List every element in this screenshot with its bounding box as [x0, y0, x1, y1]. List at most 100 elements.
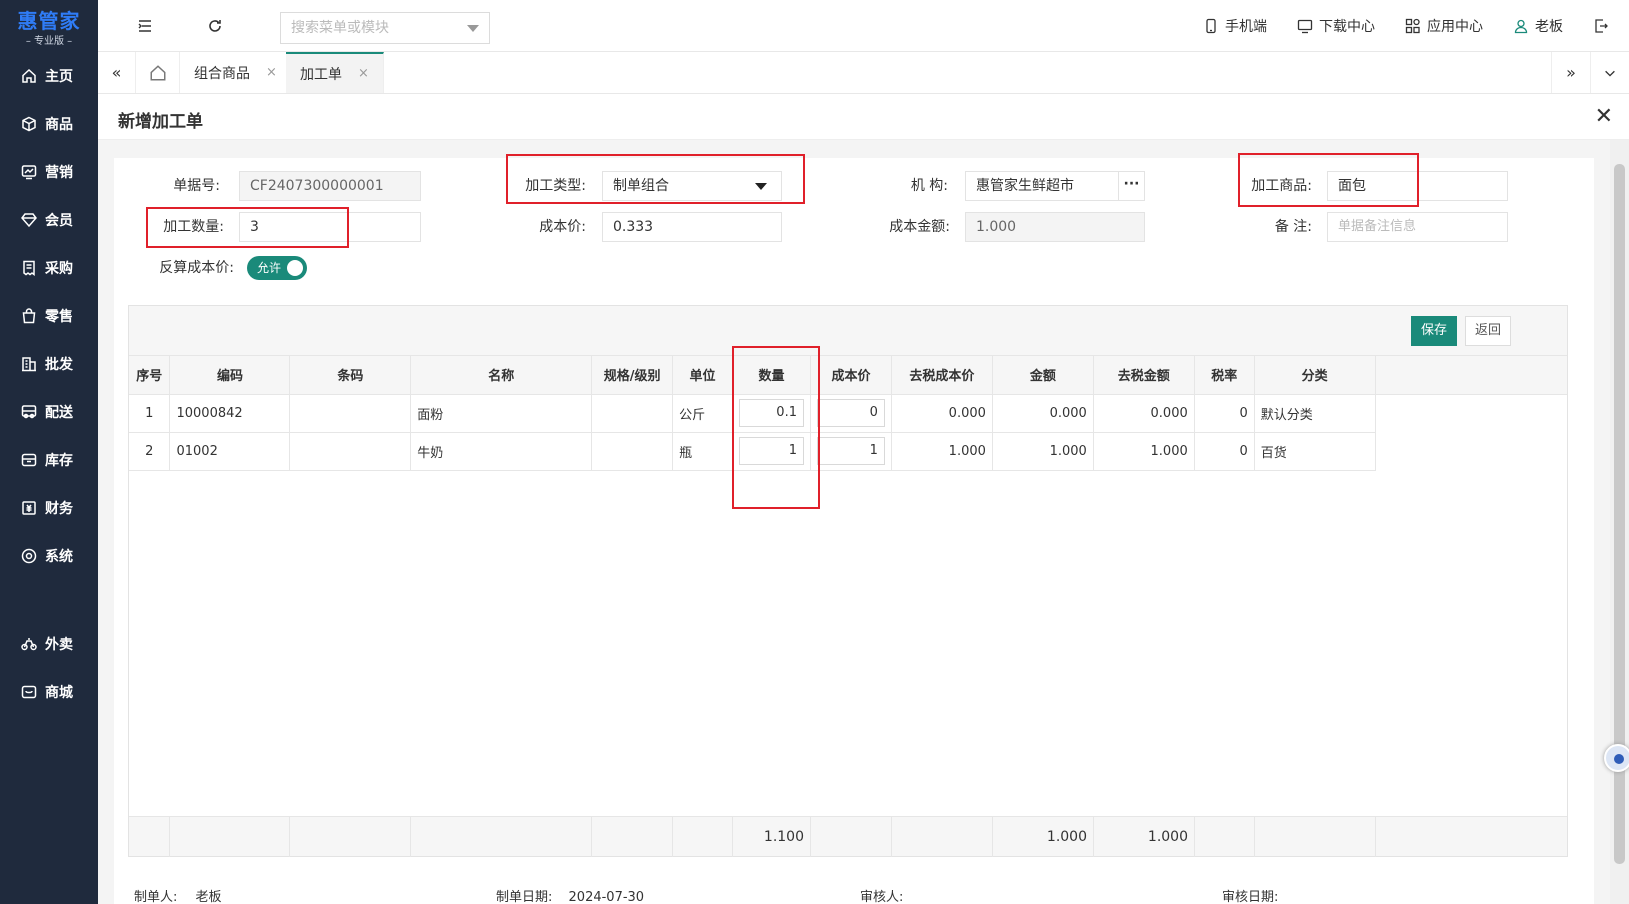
cell-amount: 1.000 [992, 432, 1094, 471]
col-amount-ex-tax[interactable]: 去税金额 [1093, 356, 1195, 395]
sidebar-item-delivery[interactable]: 配送 [0, 388, 98, 436]
cell-amount: 0.000 [992, 394, 1094, 433]
more-icon[interactable]: ··· [1118, 172, 1144, 200]
sidebar-item-label: 批发 [45, 357, 73, 373]
cell-amount-ex-tax: 0.000 [1093, 394, 1195, 433]
home-icon [21, 68, 37, 84]
sidebar-item-purchase[interactable]: 采购 [0, 244, 98, 292]
cost-input[interactable]: 0 [816, 399, 885, 427]
table-row[interactable]: 2 01002 牛奶 瓶 1 1 1.000 1.000 1.000 0 百货 [129, 432, 1567, 471]
tab-process-order[interactable]: 加工单 × [286, 52, 384, 93]
home-icon [150, 64, 165, 80]
sidebar-item-wholesale[interactable]: 批发 [0, 340, 98, 388]
foot-cell [811, 817, 892, 857]
app-center-link[interactable]: 应用中心 [1405, 16, 1483, 36]
sidebar-item-label: 库存 [45, 453, 73, 469]
sidebar-item-goods[interactable]: 商品 [0, 100, 98, 148]
apps-icon [1405, 18, 1420, 34]
cell-category: 百货 [1254, 432, 1376, 471]
foot-cell [1195, 817, 1255, 857]
user-icon [1514, 19, 1528, 34]
reverse-cost-toggle[interactable]: 允许 [247, 256, 307, 280]
col-name[interactable]: 名称 [410, 356, 593, 395]
sidebar-item-label: 配送 [45, 405, 73, 421]
close-icon[interactable]: × [358, 66, 369, 81]
col-unit[interactable]: 单位 [672, 356, 734, 395]
store-icon [21, 684, 37, 700]
table-row[interactable]: 1 10000842 面粉 公斤 0.1 0 0.000 0.000 0.000… [129, 394, 1567, 433]
mobile-link[interactable]: 手机端 [1203, 16, 1267, 36]
close-icon[interactable]: ✕ [1595, 104, 1613, 129]
sidebar-item-marketing[interactable]: 营销 [0, 148, 98, 196]
gear-icon [21, 548, 37, 564]
maker-info: 制单人: 老板 [134, 886, 222, 904]
back-button[interactable]: 返回 [1465, 316, 1511, 346]
cell-cost: 0 [810, 394, 892, 433]
tab-combo-goods[interactable]: 组合商品 × [180, 52, 292, 93]
sidebar-item-member[interactable]: 会员 [0, 196, 98, 244]
cost-amount-label: 成本金额: [889, 219, 950, 235]
col-tax[interactable]: 税率 [1194, 356, 1255, 395]
sidebar-item-takeout[interactable]: 外卖 [0, 620, 98, 668]
cell-filler [1375, 432, 1567, 470]
cost-input[interactable]: 1 [816, 437, 885, 465]
sidebar-item-label: 商城 [45, 685, 73, 701]
page-title: 新增加工单 [118, 112, 203, 132]
cost-price-field[interactable]: 0.333 [602, 212, 782, 242]
sidebar-item-label: 零售 [45, 309, 73, 325]
vertical-scrollbar[interactable] [1610, 140, 1629, 904]
diamond-icon [21, 212, 37, 228]
tabs-dropdown[interactable] [1591, 52, 1629, 93]
sidebar-item-system[interactable]: 系统 [0, 532, 98, 580]
total-amount: 1.000 [993, 817, 1094, 857]
sidebar-item-label: 主页 [45, 69, 73, 85]
user-menu[interactable]: 老板 [1513, 16, 1563, 36]
date-value: 2024-07-30 [568, 890, 645, 904]
cell-barcode [289, 394, 412, 433]
remark-field[interactable]: 单据备注信息 [1327, 212, 1508, 242]
assistant-float-button[interactable] [1604, 744, 1629, 772]
sidebar-item-mall[interactable]: 商城 [0, 668, 98, 716]
sidebar-item-home[interactable]: 主页 [0, 52, 98, 100]
download-center-link[interactable]: 下载中心 [1297, 16, 1375, 36]
foot-cell [290, 817, 411, 857]
col-cost-ex-tax[interactable]: 去税成本价 [891, 356, 993, 395]
col-amount[interactable]: 金额 [992, 356, 1094, 395]
top-bar: 搜索菜单或模块 手机端 下载中心 应用中心 老板 [98, 0, 1629, 52]
logout-button[interactable] [1593, 18, 1615, 34]
logo[interactable]: 惠管家 – 专业版 – [0, 0, 98, 52]
double-chevron-right-icon: » [1566, 63, 1576, 82]
save-button[interactable]: 保存 [1411, 316, 1457, 346]
col-code[interactable]: 编码 [169, 356, 291, 395]
highlight-qty-column [732, 346, 820, 509]
date-info: 制单日期: 2024-07-30 [496, 886, 644, 904]
search-placeholder: 搜索菜单或模块 [291, 20, 389, 36]
menu-collapse-icon[interactable] [136, 17, 154, 35]
highlight-process-qty [146, 207, 349, 248]
org-field[interactable]: 惠管家生鲜超市 ··· [965, 171, 1145, 201]
sidebar-item-inventory[interactable]: 库存 [0, 436, 98, 484]
tab-home[interactable] [136, 52, 180, 93]
monitor-icon [1297, 19, 1313, 34]
refresh-icon[interactable] [206, 17, 224, 35]
search-input[interactable]: 搜索菜单或模块 [280, 12, 490, 44]
tabs-scroll-right[interactable]: » [1551, 52, 1591, 93]
cell-no: 2 [129, 432, 171, 471]
doc-no-label: 单据号: [173, 178, 220, 194]
download-label: 下载中心 [1319, 19, 1375, 35]
close-icon[interactable]: × [266, 65, 277, 80]
col-barcode[interactable]: 条码 [289, 356, 412, 395]
col-spec[interactable]: 规格/级别 [591, 356, 674, 395]
tab-label: 加工单 [300, 66, 342, 83]
archive-icon [21, 452, 37, 468]
col-cost[interactable]: 成本价 [810, 356, 892, 395]
tabs-scroll-left[interactable]: « [98, 52, 136, 93]
col-no[interactable]: 序号 [129, 356, 171, 395]
sidebar-item-retail[interactable]: 零售 [0, 292, 98, 340]
cell-code: 01002 [169, 432, 291, 471]
sidebar-item-finance[interactable]: 财务 [0, 484, 98, 532]
cell-code: 10000842 [169, 394, 291, 433]
page-header: 新增加工单 ✕ [98, 94, 1629, 140]
total-qty: 1.100 [733, 817, 811, 857]
col-category[interactable]: 分类 [1254, 356, 1376, 395]
